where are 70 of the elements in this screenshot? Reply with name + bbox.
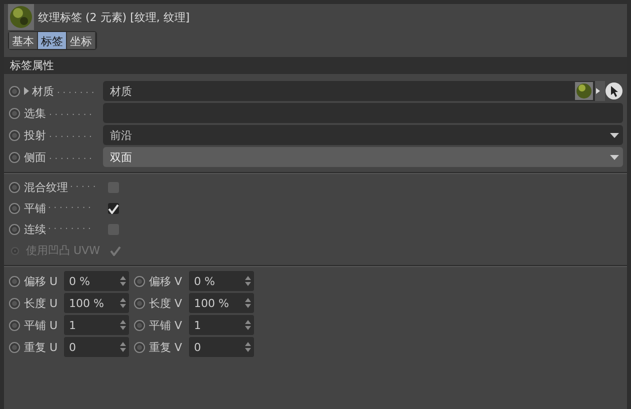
stepper-arrows-icon[interactable] (120, 342, 126, 352)
section-header: 标签属性 (4, 57, 627, 74)
radio-icon[interactable] (134, 298, 145, 308)
checkbox-label: 平铺 (24, 201, 46, 216)
dropdown-arrow-icon (610, 132, 619, 138)
field-label: 重复 U (24, 340, 59, 354)
radio-icon[interactable] (134, 276, 145, 286)
number-field[interactable]: 1 (64, 315, 129, 335)
dot-leader: . . . . . . . . (49, 130, 92, 140)
sphere-icon (575, 82, 593, 100)
stepper-arrows-icon[interactable] (245, 276, 251, 286)
dot-leader: . . . . . . . . (49, 108, 92, 118)
checkbox-label: 混合纹理 (24, 180, 68, 195)
dropdown-arrow-icon (610, 154, 619, 160)
radio-icon[interactable] (9, 108, 20, 118)
field-label: 长度 U (24, 296, 59, 310)
triangle-icon (596, 88, 600, 94)
field-label: 重复 V (149, 340, 184, 354)
sphere-icon (8, 4, 34, 30)
field-label: 平铺 U (24, 318, 59, 332)
radio-icon[interactable] (9, 320, 20, 330)
stepper-arrows-icon[interactable] (120, 298, 126, 308)
tab[interactable]: 坐标 (67, 32, 96, 49)
number-field[interactable]: 100 % (64, 293, 129, 313)
radio-icon[interactable] (9, 152, 20, 162)
radio-icon[interactable] (9, 276, 20, 286)
number-field[interactable]: 1 (189, 315, 254, 335)
number-field[interactable]: 100 % (189, 293, 254, 313)
stepper-arrows-icon[interactable] (245, 342, 251, 352)
stepper-arrows-icon[interactable] (245, 298, 251, 308)
number-field[interactable]: 0 % (64, 271, 129, 291)
field-label: 投射 (24, 128, 46, 142)
field-label: 偏移 V (149, 274, 184, 288)
radio-icon[interactable] (9, 86, 20, 96)
radio-icon[interactable] (11, 246, 19, 254)
tab[interactable]: 基本 (9, 32, 38, 49)
stepper-arrows-icon[interactable] (245, 320, 251, 330)
stepper-arrows-icon[interactable] (120, 320, 126, 330)
window-title: 纹理标签 (2 元素) [纹理, 纹理] (38, 10, 190, 24)
number-field[interactable]: 0 % (189, 271, 254, 291)
input-field[interactable]: 前沿 (103, 125, 623, 145)
field-label: 选集 (24, 106, 46, 120)
radio-icon[interactable] (9, 203, 20, 214)
input-field[interactable]: 材质 (103, 81, 603, 101)
radio-icon[interactable] (9, 342, 20, 352)
number-field[interactable]: 0 (189, 337, 254, 357)
radio-icon[interactable] (134, 342, 145, 352)
radio-icon[interactable] (9, 224, 20, 235)
number-field[interactable]: 0 (64, 337, 129, 357)
tab[interactable]: 标签 (38, 32, 67, 49)
radio-icon[interactable] (9, 130, 20, 140)
radio-icon[interactable] (9, 182, 20, 193)
field-label: 平铺 V (149, 318, 184, 332)
pointer-icon[interactable] (605, 82, 623, 100)
expand-arrow-icon[interactable] (24, 87, 29, 95)
menu-arrow-button[interactable] (595, 81, 605, 101)
dot-leader: . . . . . . . . (48, 222, 91, 234)
field-label: 偏移 U (24, 274, 59, 288)
dot-leader: . . . . . (70, 180, 96, 192)
field-label: 长度 V (149, 296, 184, 310)
radio-icon[interactable] (9, 298, 20, 308)
dot-leader: . . . . . . . . (48, 201, 91, 213)
field-label: 材质 (32, 84, 54, 98)
dot-leader: . . . . . . . (57, 86, 94, 96)
dot-leader: . . . . . . . . (49, 152, 92, 162)
field-label: 侧面 (24, 150, 46, 164)
radio-icon[interactable] (134, 320, 145, 330)
stepper-arrows-icon[interactable] (120, 276, 126, 286)
checkbox-label: 连续 (24, 222, 46, 237)
input-field[interactable]: 双面 (103, 147, 623, 167)
